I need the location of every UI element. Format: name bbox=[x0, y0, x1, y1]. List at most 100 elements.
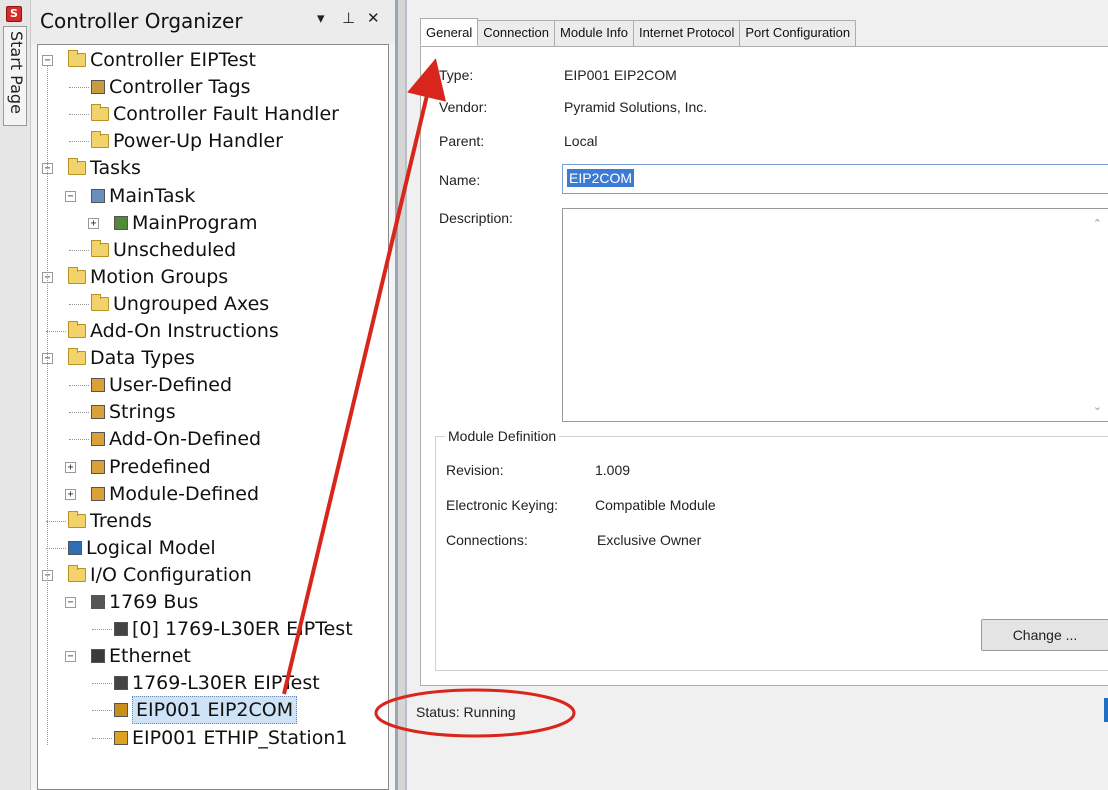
tab-module-info[interactable]: Module Info bbox=[554, 20, 634, 46]
organizer-title-bar: Controller Organizer ▾ ⊥ ✕ bbox=[31, 0, 395, 44]
pin-icon[interactable]: ⊥ bbox=[342, 9, 355, 27]
panel-splitter[interactable] bbox=[395, 0, 407, 790]
scrollbar-edge bbox=[1104, 698, 1108, 722]
tree-connector bbox=[46, 547, 66, 549]
tree-node[interactable]: EIP001 ETHIP_Station1 bbox=[114, 725, 347, 751]
tags-icon bbox=[91, 80, 105, 95]
folder-icon bbox=[91, 293, 109, 311]
tab-connection[interactable]: Connection bbox=[477, 20, 556, 46]
module-icon bbox=[114, 676, 128, 691]
tree-node-label: Unscheduled bbox=[113, 238, 237, 261]
start-page-icon[interactable]: S bbox=[6, 6, 22, 22]
tree-node-label: Trends bbox=[90, 509, 152, 532]
tree-connector bbox=[47, 65, 48, 745]
close-icon[interactable]: ✕ bbox=[367, 9, 380, 27]
tree-connector bbox=[46, 331, 66, 332]
tree-connector bbox=[46, 520, 66, 522]
vendor-label: Vendor: bbox=[439, 99, 488, 115]
tree-connector bbox=[69, 114, 89, 116]
device-warning-icon bbox=[114, 730, 128, 745]
tree-node[interactable]: Logical Model bbox=[68, 535, 216, 561]
tree-node-label: Module-Defined bbox=[109, 482, 260, 505]
side-strip: S Start Page bbox=[0, 0, 31, 790]
tree-node-label: MainProgram bbox=[132, 211, 258, 234]
module-definition-group: Module Definition Revision: 1.009 Electr… bbox=[435, 428, 1108, 671]
tab-internet-protocol[interactable]: Internet Protocol bbox=[632, 20, 741, 46]
name-input-value: EIP2COM bbox=[567, 169, 635, 187]
dropdown-icon[interactable]: ▾ bbox=[317, 9, 325, 27]
tree-node[interactable]: Unscheduled bbox=[91, 237, 236, 263]
module-icon bbox=[114, 622, 128, 637]
tree-node[interactable]: Ungrouped Axes bbox=[91, 291, 269, 317]
tree-node[interactable]: Add-On-Defined bbox=[91, 426, 261, 452]
tree-node-label: EIP001 ETHIP_Station1 bbox=[132, 726, 348, 749]
tree-node[interactable]: Tasks bbox=[68, 155, 141, 181]
tree-node[interactable]: Data Types bbox=[68, 345, 195, 371]
name-input[interactable]: EIP2COM bbox=[562, 164, 1108, 194]
tree-connector bbox=[69, 385, 89, 387]
tree-expander-icon[interactable]: + bbox=[65, 461, 76, 473]
tree-node[interactable]: Ethernet bbox=[91, 643, 191, 669]
network-icon bbox=[91, 649, 105, 664]
tree-node[interactable]: Motion Groups bbox=[68, 264, 228, 290]
folder-icon bbox=[91, 104, 109, 122]
tree-node[interactable]: EIP001 EIP2COM bbox=[114, 696, 298, 725]
task-icon bbox=[91, 188, 105, 203]
scroll-down-icon[interactable]: ⌄ bbox=[1093, 400, 1102, 413]
electronic-keying-value: Compatible Module bbox=[595, 497, 716, 513]
tree-connector bbox=[69, 412, 89, 414]
type-value: EIP001 EIP2COM bbox=[564, 67, 677, 83]
folder-icon bbox=[68, 158, 86, 176]
tree-node[interactable]: Power-Up Handler bbox=[91, 128, 283, 154]
tree-expander-icon[interactable]: + bbox=[65, 488, 76, 500]
tree-node-label: Controller Tags bbox=[109, 76, 251, 99]
tree-node[interactable]: MainProgram bbox=[114, 210, 258, 236]
tree-node-label: Logical Model bbox=[86, 536, 216, 559]
folder-icon bbox=[68, 564, 86, 582]
tree-expander-icon[interactable]: − bbox=[65, 190, 76, 202]
folder-icon bbox=[68, 510, 86, 528]
description-label: Description: bbox=[439, 210, 513, 226]
tree-node-label: Power-Up Handler bbox=[113, 130, 283, 153]
tree-node[interactable]: 1769-L30ER EIPTest bbox=[114, 670, 320, 696]
tree-connector bbox=[69, 303, 89, 305]
module-properties-panel: General Connection Module Info Internet … bbox=[407, 0, 1108, 790]
tree-node-label: Ungrouped Axes bbox=[113, 292, 270, 315]
tree-node[interactable]: Controller Tags bbox=[91, 74, 251, 100]
start-page-tab[interactable]: Start Page bbox=[3, 26, 27, 126]
tree-node[interactable]: Controller EIPTest bbox=[68, 47, 256, 73]
tree-node[interactable]: Controller Fault Handler bbox=[91, 101, 339, 127]
tree-node[interactable]: 1769 Bus bbox=[91, 589, 198, 615]
tree-node-label: I/O Configuration bbox=[90, 563, 252, 586]
tree-node[interactable]: Strings bbox=[91, 399, 176, 425]
datatype-icon bbox=[91, 405, 105, 420]
tree-node[interactable]: MainTask bbox=[91, 183, 195, 209]
tree-expander-icon[interactable]: + bbox=[88, 217, 99, 229]
revision-value: 1.009 bbox=[595, 462, 631, 478]
tree-node[interactable]: Predefined bbox=[91, 454, 211, 480]
start-page-label: Start Page bbox=[7, 31, 26, 114]
tree-node-label: Tasks bbox=[90, 157, 141, 180]
tree-node[interactable]: User-Defined bbox=[91, 372, 232, 398]
tree-connector bbox=[69, 141, 89, 143]
tree-expander-icon[interactable]: − bbox=[65, 597, 76, 608]
tree-expander-icon[interactable]: − bbox=[65, 651, 76, 663]
tree-node[interactable]: Add-On Instructions bbox=[68, 318, 279, 344]
tree-connector bbox=[92, 683, 112, 685]
organizer-tree[interactable]: − Controller EIPTest Controller Tags Contro… bbox=[37, 44, 389, 790]
type-label: Type: bbox=[439, 67, 474, 83]
tree-node-label: EIP001 EIP2COM bbox=[132, 696, 298, 725]
change-button[interactable]: Change ... bbox=[981, 619, 1108, 651]
scroll-up-icon[interactable]: ⌃ bbox=[1093, 217, 1102, 230]
vendor-value: Pyramid Solutions, Inc. bbox=[564, 99, 708, 115]
description-textarea[interactable]: ⌃ ⌄ bbox=[562, 208, 1108, 422]
tree-node[interactable]: [0] 1769-L30ER EIPTest bbox=[114, 616, 353, 642]
name-label: Name: bbox=[439, 172, 481, 188]
tree-node[interactable]: I/O Configuration bbox=[68, 562, 252, 588]
tab-port-configuration[interactable]: Port Configuration bbox=[739, 20, 857, 46]
electronic-keying-label: Electronic Keying: bbox=[446, 497, 559, 513]
tree-node[interactable]: Module-Defined bbox=[91, 481, 259, 507]
general-tab-panel: Type: EIP001 EIP2COM Vendor: Pyramid Sol… bbox=[420, 46, 1108, 686]
tab-general[interactable]: General bbox=[420, 18, 479, 46]
tree-node[interactable]: Trends bbox=[68, 508, 152, 534]
